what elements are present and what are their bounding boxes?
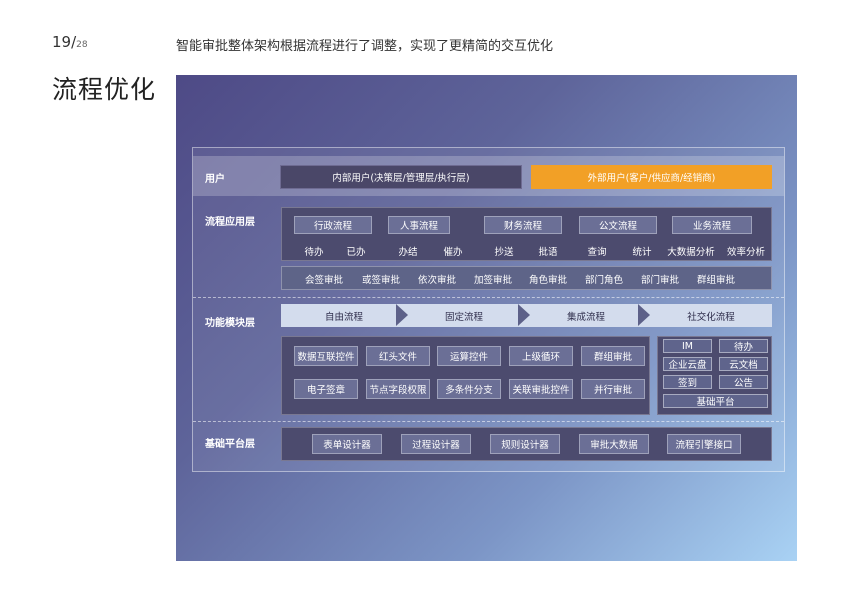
internal-users-box: 内部用户(决策层/管理层/执行层) [280,165,522,189]
module-chip: 关联审批控件 [509,379,573,399]
layer-label-base-platform: 基础平台层 [205,439,255,450]
external-users-box: 外部用户(客户/供应商/经销商) [531,165,772,189]
page-subtitle: 智能审批整体架构根据流程进行了调整，实现了更精简的交互优化 [176,39,554,54]
module-chip: 群组审批 [581,346,645,366]
platform-chip: 公告 [719,375,768,389]
flow-stage: 固定流程 [444,311,483,323]
flow-stage: 自由流程 [324,311,363,323]
process-action: 抄送 [494,247,514,258]
designer-chip: 流程引擎接口 [667,434,741,454]
page-current: 19/ [52,33,77,51]
chevron-right-icon [396,304,408,326]
chevron-right-icon [518,304,530,326]
layer-divider [193,421,784,422]
process-action: 办结 [398,247,418,258]
layer-label-user: 用户 [205,174,225,185]
platform-chip: 云文档 [719,357,768,371]
approval-type: 加签审批 [473,275,512,286]
designer-chip: 过程设计器 [401,434,471,454]
process-type-chip: 公文流程 [579,216,657,234]
process-action: 批语 [538,247,558,258]
process-action: 催办 [443,247,463,258]
flow-stage: 社交化流程 [687,311,735,323]
process-type-chip: 业务流程 [672,216,752,234]
page-title: 流程优化 [52,75,157,104]
process-type-chip: 行政流程 [294,216,372,234]
platform-chip: 企业云盘 [663,357,712,371]
module-chip: 并行审批 [581,379,645,399]
approval-type: 会签审批 [304,275,343,286]
chevron-right-icon [638,304,650,326]
process-action: 效率分析 [726,247,765,258]
approval-type: 依次审批 [417,275,456,286]
approval-type: 部门审批 [640,275,679,286]
platform-chip: 基础平台 [663,394,768,408]
process-action: 待办 [304,247,324,258]
layer-divider [193,297,784,298]
module-chip: 上级循环 [509,346,573,366]
process-action: 查询 [587,247,607,258]
page-number: 19/28 [52,33,88,51]
layer-label-function-module: 功能模块层 [205,318,255,329]
platform-chip: 签到 [663,375,712,389]
module-chip: 电子签章 [294,379,358,399]
designer-chip: 规则设计器 [490,434,560,454]
page-total: 28 [76,40,88,50]
layer-label-process-app: 流程应用层 [205,217,255,228]
platform-chip: 待办 [719,339,768,353]
designer-chip: 审批大数据 [579,434,649,454]
process-action: 已办 [346,247,366,258]
module-chip: 运算控件 [437,346,501,366]
approval-type: 部门角色 [584,275,623,286]
designer-chip: 表单设计器 [312,434,382,454]
process-action: 大数据分析 [667,247,715,258]
flow-stage: 集成流程 [566,311,605,323]
approval-type: 群组审批 [696,275,735,286]
module-chip: 节点字段权限 [366,379,430,399]
platform-chip: IM [663,339,712,353]
module-chip: 多条件分支 [437,379,501,399]
approval-type: 或签审批 [361,275,400,286]
process-type-chip: 人事流程 [388,216,450,234]
approval-type: 角色审批 [528,275,567,286]
module-chip: 红头文件 [366,346,430,366]
module-chip: 数据互联控件 [294,346,358,366]
process-action: 统计 [632,247,652,258]
process-type-chip: 财务流程 [484,216,562,234]
